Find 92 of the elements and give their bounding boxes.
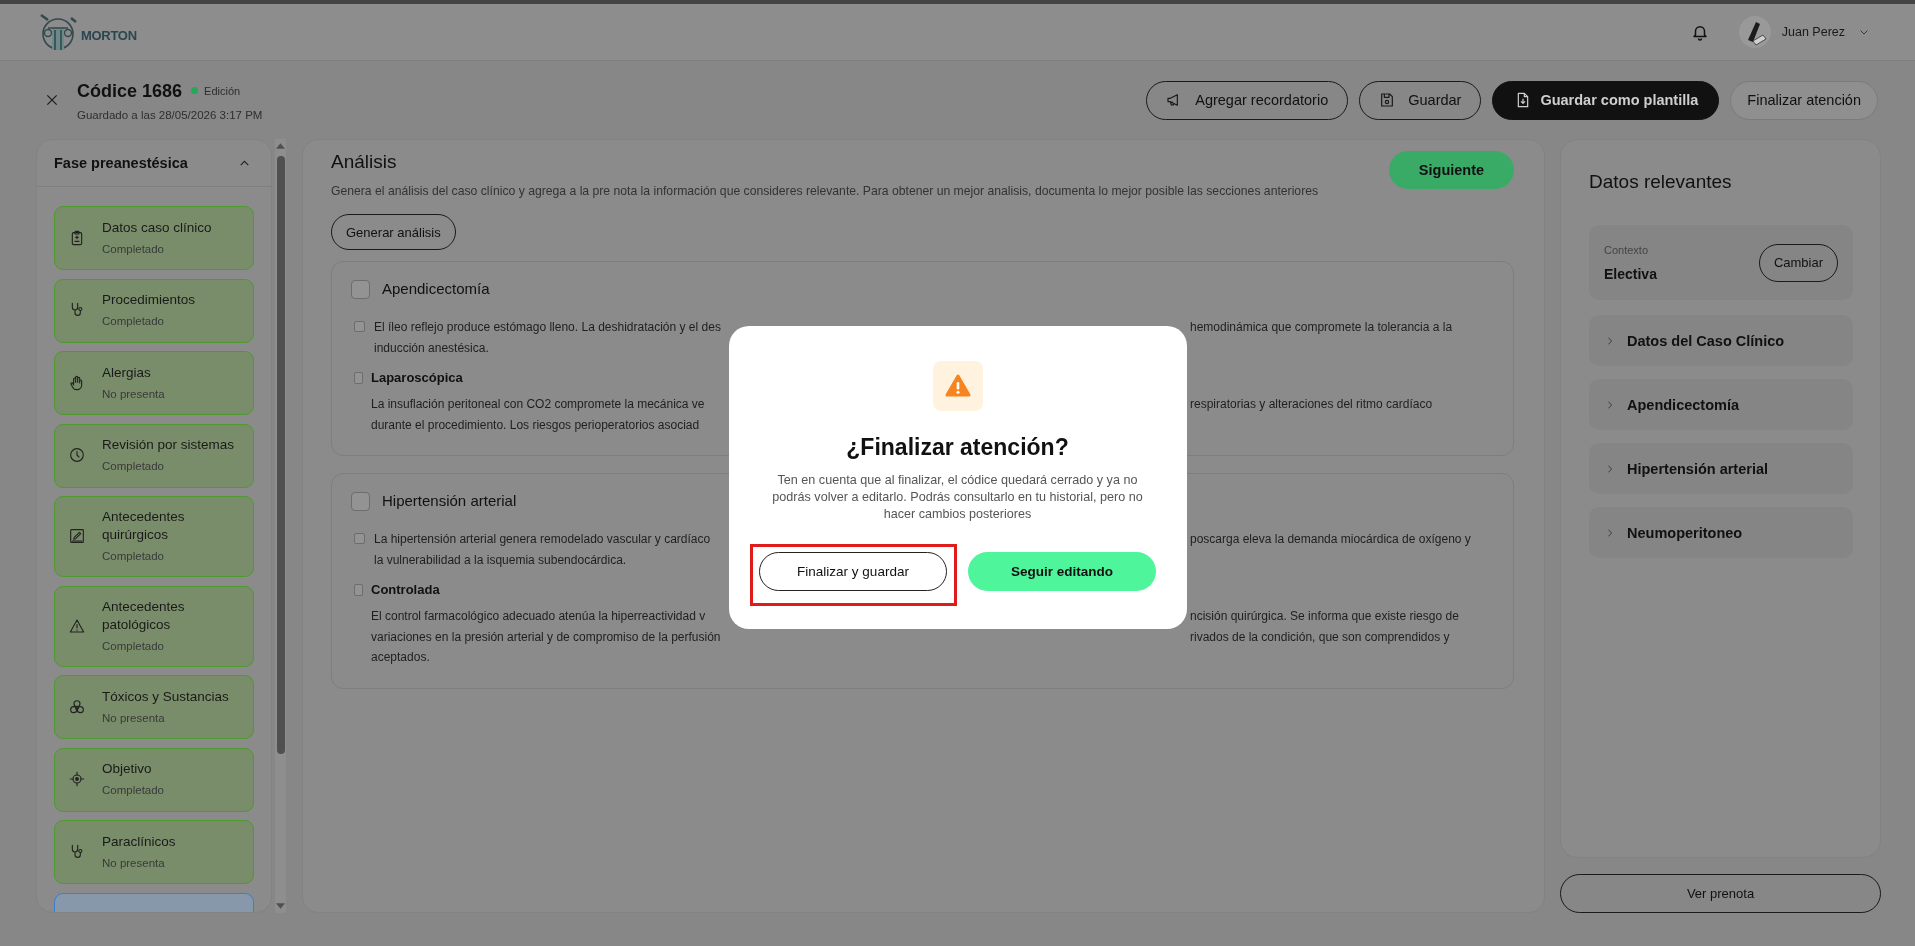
analysis-text: hemodinámica que compromete la tolerancia a la: [1190, 319, 1453, 336]
warning-icon: [69, 617, 85, 634]
item-title: Objetivo: [102, 760, 152, 778]
dialog-message: Ten en cuenta que al finalizar, el códice quedará cerrado y ya no podrás volver a editarlo. Podrás consultarlo en tu historial, pero no hacer cambios posteriores: [771, 471, 1144, 523]
analysis-text: inducción anestésica.: [374, 339, 489, 357]
logo-text: MORTON: [81, 27, 137, 43]
item-status: Completado: [102, 549, 164, 564]
stethoscope-icon: [69, 843, 85, 860]
analysis-text: El íleo reflejo produce estómago lleno. La deshidratación y el des: [374, 319, 721, 336]
sidebar-item[interactable]: Alergias No presenta: [54, 351, 254, 415]
item-title: Procedimientos: [102, 291, 196, 309]
analysis-text: aceptados.: [371, 649, 430, 666]
accordion-item[interactable]: Datos del Caso Clínico: [1589, 315, 1853, 366]
sidebar-item[interactable]: Datos caso clínico Completado: [54, 206, 254, 270]
warning-icon: [932, 360, 983, 411]
accordion-item[interactable]: Apendicectomía: [1589, 379, 1853, 430]
item-title: Revisión por sistemas: [102, 436, 235, 454]
continue-editing-button[interactable]: Seguir editando: [968, 551, 1156, 591]
analysis-text: La hipertensión arterial genera remodelado vascular y cardíaco: [374, 531, 711, 548]
sidebar-item[interactable]: Antecedentes quirúrgicos Completado: [54, 496, 254, 577]
accordion-item[interactable]: Neumoperitoneo: [1589, 507, 1853, 558]
option-label: Controlada: [371, 581, 440, 599]
scroll-down-icon[interactable]: [276, 903, 285, 909]
sidebar-item[interactable]: Antecedentes patológicos Completado: [54, 585, 254, 667]
analysis-text: ncisión quirúrgica. Se informa que existe riesgo de: [1190, 608, 1459, 625]
item-status: Completado: [102, 638, 164, 654]
item-title: Antecedentes quirúrgicos: [102, 508, 186, 544]
checkbox[interactable]: [351, 279, 370, 299]
dialog-title: ¿Finalizar atención?: [846, 432, 1069, 461]
item-status: Completado: [102, 459, 164, 474]
checkbox[interactable]: [354, 584, 363, 596]
sidebar-item[interactable]: Paraclínicos No presenta: [54, 820, 254, 884]
stethoscope-icon: [69, 302, 85, 318]
item-status: No presenta: [102, 386, 165, 402]
card-title: Apendicectomía: [382, 279, 490, 299]
card-title: Hipertensión arterial: [382, 491, 517, 511]
analysis-text: la vulnerabilidad a la isquemia subendocárdica.: [374, 551, 627, 569]
status-label: Edición: [204, 84, 241, 97]
hand-icon: [69, 374, 85, 391]
item-status: Completado: [102, 241, 164, 257]
panel-title: Datos relevantes: [1589, 170, 1732, 194]
analysis-text: La insuflación peritoneal con CO2 compromete la mecánica ve: [371, 396, 705, 413]
checkbox[interactable]: [354, 533, 365, 544]
sidebar-item[interactable]: Objetivo Completado: [54, 747, 254, 812]
sidebar-item[interactable]: Revisión por sistemas Completado: [54, 423, 254, 488]
item-status: No presenta: [102, 710, 165, 726]
save-template-button[interactable]: Guardar como plantilla: [1492, 80, 1720, 120]
item-title: Paraclínicos: [102, 832, 176, 851]
panel-description: Genera el análisis del caso clínico y agrega a la pre nota la información que consideres relevante. Para obtener un mejor analisis, documenta lo mejor posible las secciones anteriores: [331, 183, 1319, 199]
confirm-button[interactable]: Finalizar y guardar: [759, 551, 947, 591]
context-value: Electiva: [1604, 265, 1657, 282]
sidebar-title: Fase preanestésica: [54, 155, 188, 171]
analysis-text: El control farmacológico adecuado atenúa la hiperreactividad v: [371, 608, 706, 625]
avatar-icon: [1738, 16, 1771, 48]
close-icon: [45, 93, 59, 107]
crosshair-icon: [69, 771, 85, 787]
analysis-text: durante el procedimiento. Los riesgos perioperatorios asociad: [371, 416, 700, 434]
clock-icon: [69, 447, 85, 463]
context-label: Contexto: [1604, 243, 1649, 256]
accordion-item[interactable]: Hipertensión arterial: [1589, 443, 1853, 494]
saved-time: Guardado a las 28/05/2026 3:17 PM: [77, 108, 263, 121]
scrollbar-thumb[interactable]: [276, 156, 285, 754]
record-title: Códice 1686: [77, 79, 183, 102]
item-title: Antecedentes patológicos: [102, 597, 186, 634]
pencil-square-icon: [69, 528, 85, 544]
option-label: Laparoscópica: [371, 369, 463, 387]
checkbox[interactable]: [351, 491, 370, 511]
analysis-text: poscarga eleva la demanda miocárdica de oxígeno y: [1190, 531, 1471, 548]
finish-button[interactable]: Finalizar atención: [1730, 80, 1878, 120]
user-menu-button[interactable]: Juan Perez: [1738, 16, 1870, 48]
analysis-text: rivados de la condición, que son comprendidos y: [1190, 628, 1450, 646]
biohazard-icon: [69, 698, 85, 715]
item-title: Tóxicos y Sustancias: [102, 687, 229, 706]
panel-title: Análisis: [331, 150, 397, 174]
analysis-text: variaciones en la presión arterial y de compromiso de la perfusión: [371, 628, 721, 646]
floppy-disk-icon: [1379, 92, 1396, 108]
item-title: Datos caso clínico: [102, 218, 212, 237]
checkbox[interactable]: [354, 372, 363, 384]
scrollbar-track[interactable]: [275, 139, 286, 913]
checkbox[interactable]: [354, 321, 365, 332]
item-status: Completado: [102, 783, 164, 798]
close-button[interactable]: [45, 93, 59, 107]
item-status: No presenta: [102, 855, 165, 871]
sidebar-item[interactable]: Procedimientos Completado: [54, 278, 254, 343]
analysis-text: respiratorias y alteraciones del ritmo cardíaco: [1190, 396, 1433, 413]
scroll-up-icon[interactable]: [276, 143, 285, 149]
sidebar-item[interactable]: Tóxicos y Sustancias No presenta: [54, 675, 254, 739]
status-dot-icon: [191, 87, 199, 94]
item-title: Alergias: [102, 363, 151, 382]
clipboard-icon: [69, 229, 85, 246]
item-status: Completado: [102, 314, 164, 329]
next-button[interactable]: Siguiente: [1389, 151, 1514, 189]
